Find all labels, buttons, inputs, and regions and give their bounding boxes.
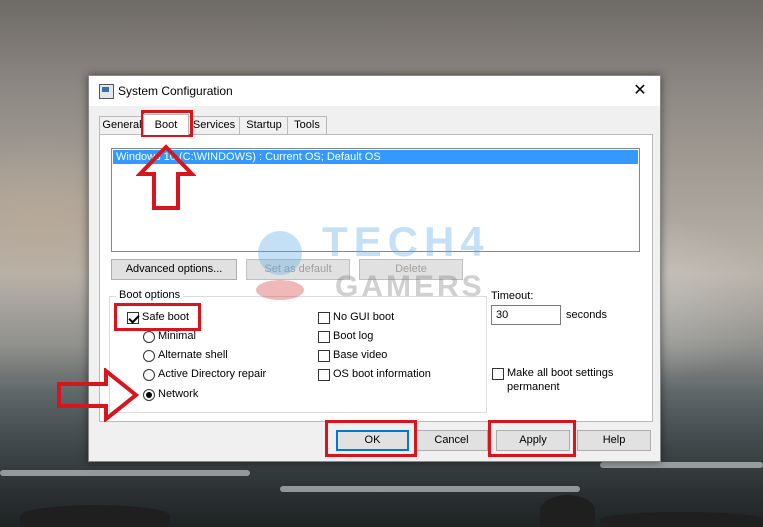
no-gui-boot-checkbox[interactable] [318,312,330,324]
window-title: System Configuration [118,84,233,98]
timeout-unit-label: seconds [566,309,607,321]
timeout-input[interactable]: 30 [491,305,561,325]
advanced-options-button[interactable]: Advanced options... [111,259,237,280]
ok-button[interactable]: OK [336,430,409,451]
make-permanent-checkbox[interactable] [492,368,504,380]
safe-boot-checkbox[interactable] [127,312,139,324]
apply-button[interactable]: Apply [496,430,570,451]
active-directory-repair-label: Active Directory repair [158,368,267,380]
boot-log-label: Boot log [333,330,374,342]
tab-general[interactable]: General [99,116,145,134]
close-button[interactable]: ✕ [620,76,660,106]
minimal-label: Minimal [158,330,196,342]
msconfig-icon [99,84,114,99]
wave-foam [280,486,580,492]
make-permanent-label-line2: permanent [507,381,560,393]
help-button[interactable]: Help [577,430,651,451]
rock [20,505,170,527]
base-video-checkbox[interactable] [318,350,330,362]
os-boot-information-checkbox[interactable] [318,369,330,381]
wave-foam [600,462,763,468]
network-label: Network [158,388,199,400]
make-permanent-label-line1: Make all boot settings [507,367,614,379]
rock [600,512,763,527]
base-video-label: Base video [333,349,388,361]
alternate-shell-radio[interactable] [143,350,155,362]
timeout-label: Timeout: [491,290,534,302]
set-as-default-button[interactable]: Set as default [246,259,350,280]
tab-boot[interactable]: Boot [143,114,189,135]
os-boot-information-label: OS boot information [333,368,431,380]
alternate-shell-label: Alternate shell [158,349,228,361]
up-arrow-icon [136,144,196,210]
cancel-button[interactable]: Cancel [415,430,488,451]
rock [540,495,595,527]
minimal-radio[interactable] [143,331,155,343]
wave-foam [0,470,250,476]
right-arrow-icon [57,368,140,422]
tab-services[interactable]: Services [187,116,241,134]
active-directory-repair-radio[interactable] [143,369,155,381]
network-radio[interactable] [143,389,155,401]
tab-tools[interactable]: Tools [287,116,327,134]
boot-options-label: Boot options [116,289,184,301]
title-bar: System Configuration ✕ [89,76,660,106]
no-gui-boot-label: No GUI boot [333,311,395,323]
boot-log-checkbox[interactable] [318,331,330,343]
safe-boot-label: Safe boot [142,311,190,323]
delete-button[interactable]: Delete [359,259,463,280]
tab-startup[interactable]: Startup [239,116,289,134]
system-configuration-dialog: System Configuration ✕ General Boot Serv… [88,75,661,462]
